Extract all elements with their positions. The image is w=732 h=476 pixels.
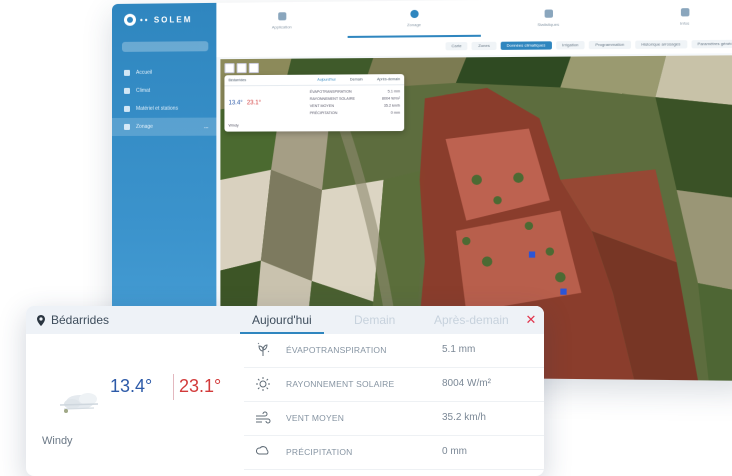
detail-row-precipitation: PRÉCIPITATION 0 mm <box>244 436 544 470</box>
evapotranspiration-icon <box>255 342 271 358</box>
zoom-out-button[interactable] <box>236 63 247 74</box>
tool-zones[interactable]: Zones <box>471 41 497 51</box>
location: Bédarrides <box>26 313 257 327</box>
detail-value: 5.1 mm <box>442 344 476 355</box>
detail-label: PRÉCIPITATION <box>286 447 353 457</box>
tab-label: Statistiques <box>537 21 560 27</box>
tool-parametres[interactable]: Paramètres généraux <box>691 39 732 49</box>
mini-temp-max: 23.1° <box>246 99 262 106</box>
detail-label: ÉVAPOTRANSPIRATION <box>286 345 387 355</box>
top-nav: Application Zonage Statistiques Infos <box>216 0 732 41</box>
temperature-max: 23.1° <box>179 376 222 396</box>
mini-row: ÉVAPOTRANSPIRATION 5.1 mm <box>310 89 400 94</box>
weather-card: Bédarrides Aujourd'hui Demain Après-dema… <box>26 306 544 476</box>
map-toolbar: Carte Zones Données climatiques Irrigati… <box>216 34 732 58</box>
map-controls <box>224 62 259 74</box>
tab-application[interactable]: Application <box>216 1 347 39</box>
tab-tomorrow[interactable]: Demain <box>354 306 395 334</box>
cloud-icon <box>123 87 130 94</box>
chart-icon <box>544 8 553 18</box>
tool-programmation[interactable]: Programmation <box>589 40 631 50</box>
mini-row: PRÉCIPITATION 0 mm <box>310 111 400 115</box>
detail-row-solar-radiation: RAYONNEMENT SOLAIRE 8004 W/m² <box>244 368 544 402</box>
logo: •• SOLEM <box>112 3 216 32</box>
sun-icon <box>255 376 271 392</box>
tool-carte[interactable]: Carte <box>445 42 468 51</box>
mini-temp-min: 13.4° <box>228 99 243 106</box>
layers-button[interactable] <box>248 62 259 74</box>
sidebar-item-label: Matériel et stations <box>135 105 179 112</box>
mini-tab-today[interactable]: Aujourd'hui <box>317 78 335 82</box>
tool-donnees-climatiques[interactable]: Données climatiques <box>500 41 552 50</box>
logo-icon <box>123 13 136 26</box>
sidebar-item-label: Accueil <box>135 69 153 76</box>
tab-label: Application <box>271 23 292 30</box>
sidebar-item-climat[interactable]: Climat <box>112 81 216 100</box>
location-pin-icon <box>37 314 45 326</box>
detail-row-evapotranspiration: ÉVAPOTRANSPIRATION 5.1 mm <box>244 334 544 368</box>
tab-label: Zonage <box>406 21 422 27</box>
sidebar-item-accueil[interactable]: Accueil <box>112 63 216 82</box>
sidebar-item-meta: ••• <box>204 124 209 130</box>
detail-label: RAYONNEMENT SOLAIRE <box>286 379 395 389</box>
rain-icon <box>255 444 271 460</box>
home-icon <box>123 69 130 76</box>
info-icon <box>680 7 689 16</box>
windy-cloud-icon <box>58 390 106 421</box>
tab-infos[interactable]: Infos <box>616 0 732 36</box>
detail-label: VENT MOYEN <box>286 413 345 423</box>
sidebar-search-input[interactable] <box>121 41 209 52</box>
device-icon <box>123 105 130 112</box>
weather-summary: 13.4° 23.1° Windy <box>26 334 244 476</box>
wind-icon <box>255 410 271 426</box>
mini-row: VENT MOYEN 35.2 km/h <box>310 104 400 108</box>
mini-condition: Windy <box>228 123 239 128</box>
sidebar-item-label: Climat <box>135 87 151 94</box>
detail-value: 0 mm <box>442 446 467 457</box>
temperature-divider <box>173 374 174 400</box>
mini-row: RAYONNEMENT SOLAIRE 8004 W/m² <box>310 96 400 101</box>
mini-row-label: VENT MOYEN <box>309 103 335 109</box>
temperature-min: 13.4° <box>110 376 153 396</box>
globe-icon <box>409 9 419 18</box>
map-icon <box>123 123 130 130</box>
mini-row-label: RAYONNEMENT SOLAIRE <box>309 96 356 101</box>
tab-zonage[interactable]: Zonage <box>347 0 481 38</box>
tab-statistiques[interactable]: Statistiques <box>481 0 616 37</box>
zoom-in-button[interactable] <box>224 63 235 74</box>
detail-value: 35.2 km/h <box>442 412 486 423</box>
sidebar-item-zonage[interactable]: Zonage ••• <box>112 117 217 136</box>
mini-row-label: ÉVAPOTRANSPIRATION <box>309 89 352 94</box>
mini-row-label: PRÉCIPITATION <box>309 110 338 116</box>
logo-text: •• SOLEM <box>139 14 193 25</box>
mini-row-value: 0 mm <box>390 110 401 115</box>
weather-condition: Windy <box>42 435 73 447</box>
weather-card-header: Bédarrides Aujourd'hui Demain Après-dema… <box>26 306 544 334</box>
weather-details: ÉVAPOTRANSPIRATION 5.1 mm RAYONNEMENT SO… <box>244 334 544 470</box>
tool-irrigation[interactable]: Irrigation <box>555 41 585 50</box>
tab-today[interactable]: Aujourd'hui <box>240 306 324 334</box>
location-name: Bédarrides <box>51 313 110 327</box>
mini-row-value: 5.1 mm <box>387 89 401 94</box>
tool-historique[interactable]: Historique arrosages <box>634 40 687 49</box>
mini-weather-popup: Bédarrides Aujourd'hui Demain Après-dema… <box>224 74 405 132</box>
tab-after-tomorrow[interactable]: Après-demain <box>434 306 509 334</box>
sidebar-item-materiel[interactable]: Matériel et stations <box>112 99 216 118</box>
tab-label: Infos <box>680 20 690 26</box>
grid-icon <box>277 11 286 20</box>
close-icon[interactable]: ✕ <box>525 313 537 327</box>
mini-row-value: 8004 W/m² <box>381 96 401 101</box>
sidebar-item-label: Zonage <box>135 123 153 130</box>
mini-location: Bédarrides <box>228 78 247 83</box>
mini-tab-after[interactable]: Après-demain <box>377 77 400 81</box>
mini-tab-tomorrow[interactable]: Demain <box>350 77 363 81</box>
detail-row-wind: VENT MOYEN 35.2 km/h <box>244 402 544 436</box>
mini-row-value: 35.2 km/h <box>383 103 401 108</box>
detail-value: 8004 W/m² <box>442 378 491 389</box>
